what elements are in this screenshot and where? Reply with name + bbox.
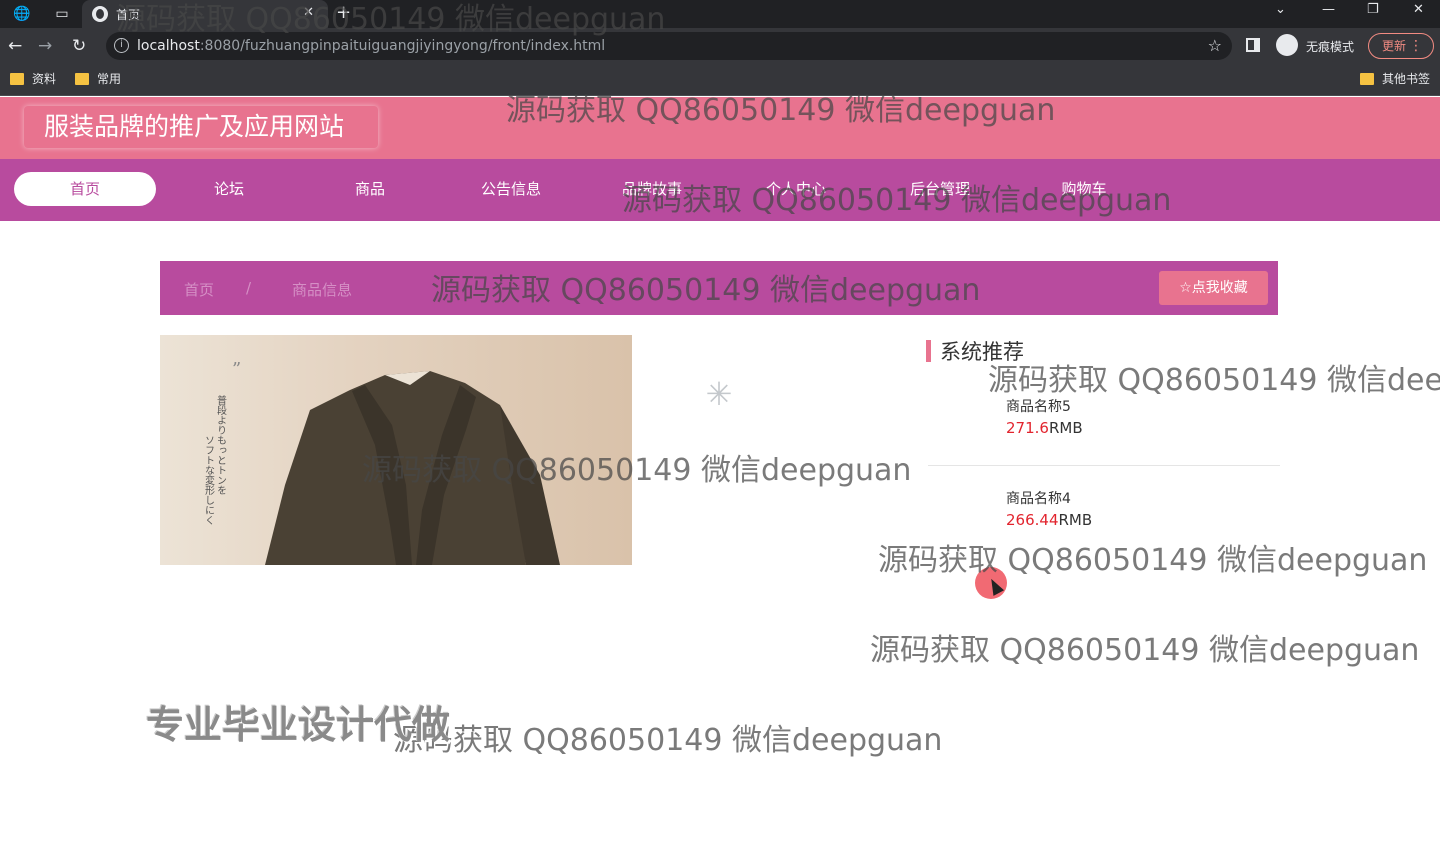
watermark: 源码获取 QQ86050149 微信deepguan xyxy=(870,633,1420,668)
update-button[interactable]: 更新 ⋮ xyxy=(1368,33,1434,59)
menu-dots-icon: ⋮ xyxy=(1409,38,1423,54)
incognito-label[interactable]: 无痕模式 xyxy=(1306,38,1354,55)
back-icon[interactable]: ← xyxy=(8,36,22,56)
watermark: 源码获取 QQ86050149 微信deepguan xyxy=(622,183,1172,218)
reload-icon[interactable]: ↻ xyxy=(72,36,86,56)
breadcrumb-current: 商品信息 xyxy=(292,281,353,299)
product-name[interactable]: 商品名称5 xyxy=(1006,397,1266,417)
restore-icon[interactable]: ❐ xyxy=(1367,2,1379,17)
favicon-icon xyxy=(92,6,108,22)
list-item[interactable]: 商品名称5 271.6RMB xyxy=(1006,397,1266,439)
nav-item-notices[interactable]: 公告信息 xyxy=(440,172,582,206)
product-price: 271.6RMB xyxy=(1006,419,1083,437)
watermark: 源码获取 QQ86050149 微信deepguan xyxy=(116,2,666,37)
svg-text:普段よりもっとトンを: 普段よりもっとトンを xyxy=(215,394,227,495)
svg-text:”: ” xyxy=(232,359,241,380)
recommend-title: 系统推荐 xyxy=(940,340,1024,364)
side-panel-icon[interactable] xyxy=(1246,38,1260,52)
window-icon[interactable]: ▭ xyxy=(52,4,72,24)
loading-spinner-icon: ✳ xyxy=(705,375,733,413)
list-item[interactable]: 商品名称4 266.44RMB xyxy=(1006,489,1266,531)
watermark: 源码获取 QQ86050149 微信deep xyxy=(988,363,1440,398)
close-window-icon[interactable]: ✕ xyxy=(1413,2,1424,17)
site-info-icon[interactable]: i xyxy=(114,38,129,53)
tab-search-icon[interactable]: ⌄ xyxy=(1275,2,1286,17)
section-accent-bar xyxy=(926,340,931,362)
watermark-bold: 专业毕业设计代做 xyxy=(146,703,451,747)
watermark: 源码获取 QQ86050149 微信deepguan xyxy=(878,543,1428,578)
url-text[interactable]: localhost:8080/fuzhuangpinpaituiguangjiy… xyxy=(137,38,605,54)
divider xyxy=(928,465,1280,466)
product-name[interactable]: 商品名称4 xyxy=(1006,489,1266,509)
globe-icon[interactable]: 🌐 xyxy=(12,4,32,24)
bookmark-star-icon[interactable]: ☆ xyxy=(1208,36,1222,55)
watermark: 源码获取 QQ86050149 微信deepguan xyxy=(506,93,1056,128)
product-image[interactable]: ” 普段よりもっとトンを ソフトな変形しにく xyxy=(160,335,632,565)
incognito-icon[interactable] xyxy=(1276,34,1298,56)
watermark: 源码获取 QQ86050149 微信deepguan xyxy=(393,723,943,758)
breadcrumb-separator: / xyxy=(246,279,252,297)
watermark: 源码获取 QQ86050149 微信deepguan xyxy=(431,273,981,308)
bookmarks-bar: 资料 常用 其他书签 xyxy=(0,64,1440,96)
breadcrumb-home[interactable]: 首页 xyxy=(184,279,214,300)
product-price: 266.44RMB xyxy=(1006,511,1093,529)
jacket-illustration: ” 普段よりもっとトンを ソフトな変形しにく xyxy=(203,359,560,565)
other-bookmarks[interactable]: 其他书签 xyxy=(1360,72,1430,88)
forward-icon[interactable]: → xyxy=(38,36,52,56)
bookmark-folder[interactable]: 常用 xyxy=(75,72,121,88)
svg-text:ソフトな変形しにく: ソフトな変形しにく xyxy=(203,435,215,525)
bookmark-folder[interactable]: 资料 xyxy=(10,72,56,88)
nav-item-forum[interactable]: 论坛 xyxy=(158,172,300,206)
minimize-icon[interactable]: — xyxy=(1322,2,1335,17)
favorite-button[interactable]: ☆点我收藏 xyxy=(1159,271,1268,305)
nav-item-home[interactable]: 首页 xyxy=(14,172,156,206)
site-title: 服装品牌的推广及应用网站 xyxy=(24,106,378,148)
watermark: 源码获取 QQ86050149 微信deepguan xyxy=(362,453,912,488)
nav-item-products[interactable]: 商品 xyxy=(299,172,441,206)
